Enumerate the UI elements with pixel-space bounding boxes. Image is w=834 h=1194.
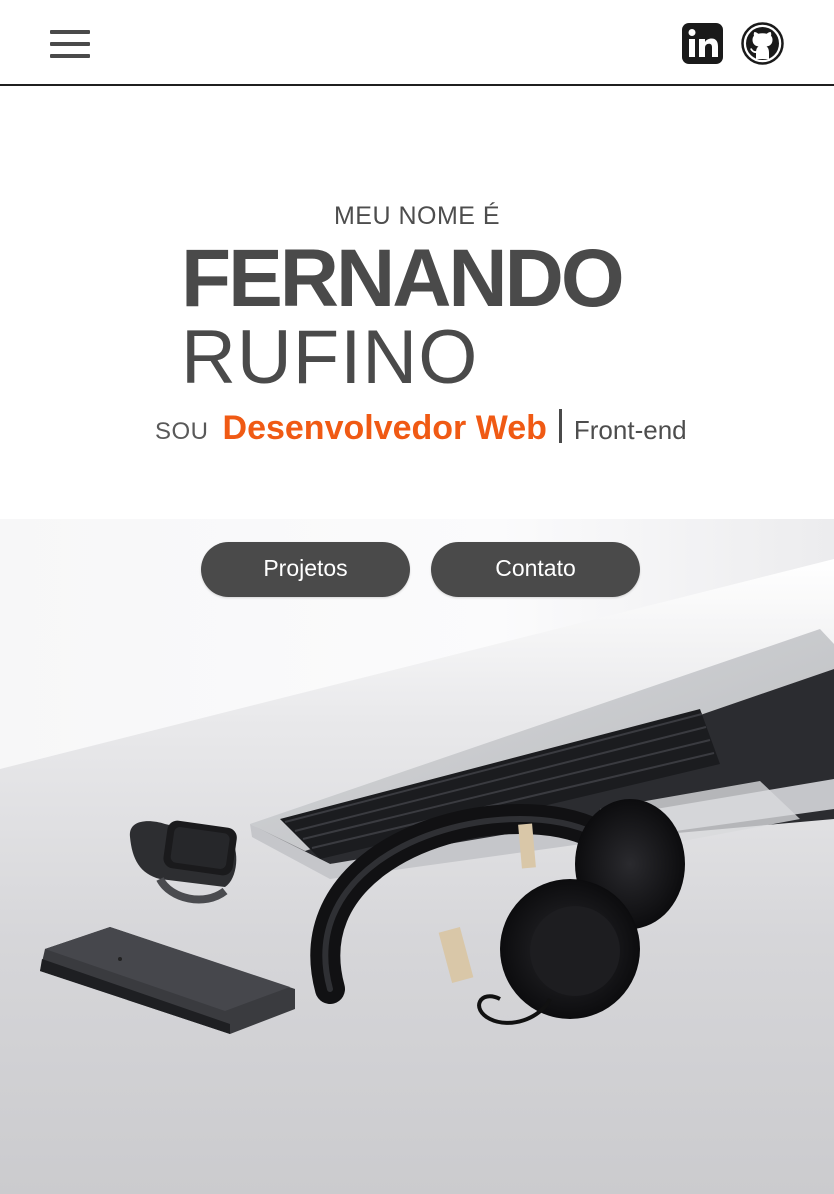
role-title: Desenvolvedor Web bbox=[222, 409, 547, 447]
menu-line bbox=[50, 30, 90, 34]
role-line: SOU Desenvolvedor Web Front-end bbox=[155, 409, 687, 459]
role-prefix: SOU bbox=[155, 418, 209, 445]
desk-photo-illustration bbox=[0, 519, 834, 1194]
projects-button[interactable]: Projetos bbox=[201, 542, 410, 597]
hero-background-photo bbox=[0, 519, 834, 1194]
role-separator bbox=[558, 409, 562, 443]
last-name-heading: RUFINO bbox=[181, 315, 479, 400]
contact-button[interactable]: Contato bbox=[431, 542, 640, 597]
menu-line bbox=[50, 54, 90, 58]
hamburger-menu-icon[interactable] bbox=[50, 30, 90, 58]
first-name-heading: FERNANDO bbox=[181, 233, 625, 324]
top-navigation-bar bbox=[0, 0, 834, 86]
role-subtitle: Front-end bbox=[573, 415, 687, 445]
github-icon[interactable] bbox=[741, 22, 784, 65]
hero-section: MEU NOME É FERNANDO RUFINO SOU Desenvolve… bbox=[0, 88, 834, 519]
linkedin-icon[interactable] bbox=[681, 22, 724, 65]
menu-line bbox=[50, 42, 90, 46]
intro-text: MEU NOME É bbox=[333, 202, 501, 230]
